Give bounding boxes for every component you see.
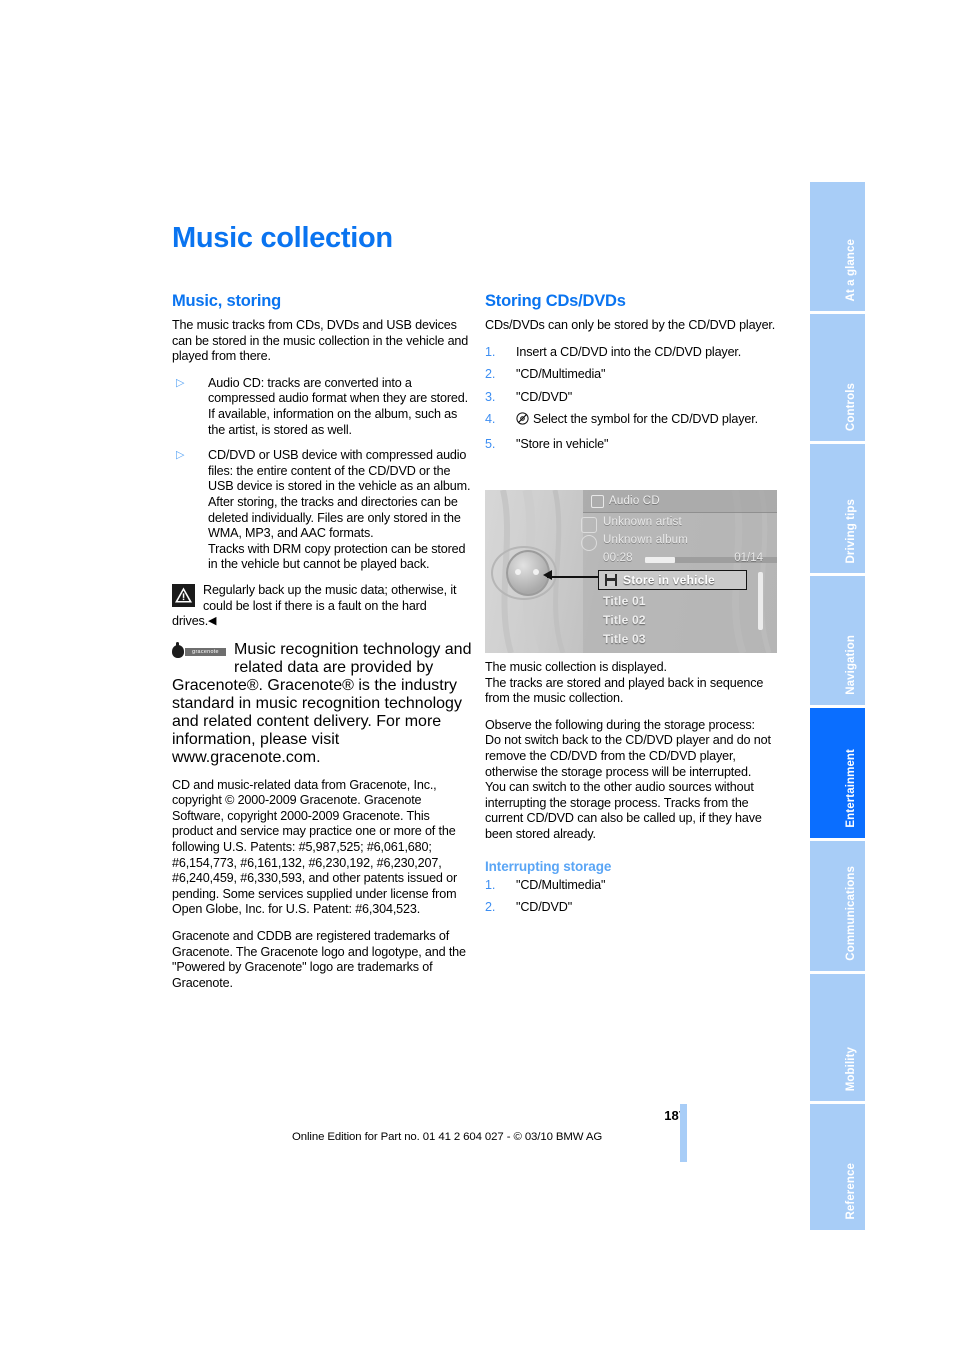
- list-item: 1. "CD/Multimedia": [485, 878, 785, 894]
- list-item: ▷ CD/DVD or USB device with compressed a…: [172, 448, 472, 573]
- sidebar-tab-entertainment[interactable]: Entertainment: [810, 708, 865, 841]
- page-title: Music collection: [172, 222, 393, 254]
- step-text: "CD/DVD": [516, 900, 573, 915]
- interrupting-steps-list: 1. "CD/Multimedia" 2. "CD/DVD": [485, 878, 785, 916]
- artist-icon: [581, 517, 597, 533]
- disc-slash-icon: [516, 412, 529, 430]
- step-text: "CD/Multimedia": [516, 367, 606, 382]
- sidebar-tab-mobility[interactable]: Mobility: [810, 974, 865, 1104]
- step-number: 1.: [485, 344, 496, 359]
- storage-bullet-list: ▷ Audio CD: tracks are converted into a …: [172, 376, 472, 573]
- step-text: Select the symbol for the CD/DVD player.: [533, 412, 758, 427]
- result-line-2: The tracks are stored and played back in…: [485, 675, 764, 706]
- idrive-artist-row: Unknown artist: [581, 516, 682, 533]
- gracenote-trademarks-text: Gracenote and CDDB are registered tradem…: [172, 929, 466, 990]
- storing-intro: CDs/DVDs can only be stored by the CD/DV…: [485, 318, 776, 332]
- idrive-album-row: Unknown album: [581, 534, 689, 551]
- tab-label: Entertainment: [845, 749, 857, 828]
- triangle-bullet-icon: ▷: [176, 376, 185, 389]
- right-column-continued: The music collection is displayed. The t…: [485, 660, 785, 923]
- warning-triangle-icon: [172, 583, 195, 607]
- step-text: "CD/Multimedia": [516, 877, 606, 892]
- tab-label: Reference: [845, 1163, 857, 1220]
- tab-label: Mobility: [845, 1046, 857, 1091]
- artist-value: Unknown artist: [603, 516, 682, 528]
- idrive-titlebar: Audio CD: [583, 490, 777, 513]
- manual-page: Music collection Music, storing The musi…: [0, 0, 954, 1350]
- sidebar-tab-reference[interactable]: Reference: [810, 1104, 865, 1230]
- tab-label: Driving tips: [845, 498, 857, 563]
- list-item: 4. Select the symbol for the CD/DVD play…: [485, 412, 785, 430]
- warning-text: Regularly back up the music data; otherw…: [172, 583, 472, 630]
- step-number: 2.: [485, 367, 496, 382]
- list-item: 2. "CD/Multimedia": [485, 367, 785, 383]
- section-heading-music-storing: Music, storing: [172, 292, 282, 310]
- step-number: 5.: [485, 436, 496, 451]
- observe-line-2: Do not switch back to the CD/DVD player …: [485, 733, 771, 779]
- step-text: "CD/DVD": [516, 389, 573, 404]
- observe-line-3: You can switch to the other audio source…: [485, 780, 762, 841]
- sidebar-tab-navigation[interactable]: Navigation: [810, 576, 865, 708]
- list-item: 3. "CD/DVD": [485, 390, 785, 406]
- idrive-title: Audio CD: [609, 495, 660, 507]
- sidebar-tab-controls[interactable]: Controls: [810, 314, 865, 444]
- step-text: Insert a CD/DVD into the CD/DVD player.: [516, 344, 742, 359]
- bullet-text: CD/DVD or USB device with compressed aud…: [208, 448, 471, 572]
- right-column: Storing CDs/DVDs CDs/DVDs can only be st…: [485, 292, 785, 460]
- step-number: 1.: [485, 877, 496, 892]
- idrive-track-count: 01/14: [734, 552, 763, 564]
- storing-steps-list: 1. Insert a CD/DVD into the CD/DVD playe…: [485, 345, 785, 453]
- store-in-vehicle-label: Store in vehicle: [623, 573, 715, 587]
- callout-line: [547, 576, 599, 578]
- tab-label: At a glance: [845, 238, 857, 301]
- tab-label: Controls: [845, 382, 857, 431]
- album-disc-icon: [581, 535, 597, 551]
- gracenote-patents-text: CD and music-related data from Gracenote…: [172, 777, 458, 917]
- step-number: 3.: [485, 389, 496, 404]
- footer-accent-bar: [680, 1104, 687, 1162]
- audio-cd-icon: [591, 494, 604, 508]
- idrive-screenshot-image: Audio CD Unknown artist Unknown album 00…: [485, 490, 777, 653]
- intro-paragraph: The music tracks from CDs, DVDs and USB …: [172, 318, 469, 364]
- step-text: "Store in vehicle": [516, 436, 609, 451]
- subheading-interrupting-storage: Interrupting storage: [485, 858, 612, 874]
- progress-fill: [645, 557, 675, 563]
- left-column: Music, storing The music tracks from CDs…: [172, 292, 472, 1002]
- idrive-track-item[interactable]: Title 03: [603, 632, 646, 646]
- list-item: 2. "CD/DVD": [485, 900, 785, 916]
- gracenote-logo-text: gracenote: [185, 647, 226, 656]
- idrive-elapsed-time: 00:28: [603, 552, 633, 564]
- observe-line-1: Observe the following during the storage…: [485, 717, 755, 732]
- tab-label: Navigation: [845, 635, 857, 695]
- tab-label: Communications: [845, 866, 857, 961]
- sidebar-tab-driving-tips[interactable]: Driving tips: [810, 444, 865, 576]
- section-heading-storing-cds: Storing CDs/DVDs: [485, 292, 626, 310]
- triangle-bullet-icon: ▷: [176, 449, 185, 462]
- section-tabs-sidebar: At a glance Controls Driving tips Naviga…: [810, 182, 865, 1230]
- idrive-track-item[interactable]: Title 02: [603, 613, 646, 627]
- sidebar-tab-at-a-glance[interactable]: At a glance: [810, 182, 865, 314]
- gracenote-block: gracenote Music recognition technology a…: [172, 641, 472, 767]
- list-item: 1. Insert a CD/DVD into the CD/DVD playe…: [485, 345, 785, 361]
- sidebar-tab-communications[interactable]: Communications: [810, 841, 865, 974]
- idrive-scrollbar[interactable]: [758, 572, 763, 630]
- list-item: 5. "Store in vehicle": [485, 437, 785, 453]
- step-number: 2.: [485, 900, 496, 915]
- callout-arrow-icon: [543, 570, 552, 580]
- section-end-marker: ◀: [208, 615, 217, 628]
- idrive-track-item[interactable]: Title 01: [603, 594, 646, 608]
- step-number: 4.: [485, 412, 496, 427]
- list-item: ▷ Audio CD: tracks are converted into a …: [172, 376, 472, 438]
- bullet-text: Audio CD: tracks are converted into a co…: [208, 375, 468, 437]
- save-icon: [605, 574, 617, 586]
- footer-edition-line: Online Edition for Part no. 01 41 2 604 …: [292, 1131, 603, 1143]
- store-in-vehicle-menu-item[interactable]: Store in vehicle: [598, 570, 747, 590]
- result-line-1: The music collection is displayed.: [485, 660, 667, 674]
- gracenote-logo-icon: gracenote: [172, 641, 226, 661]
- album-value: Unknown album: [603, 534, 689, 546]
- warning-block: Regularly back up the music data; otherw…: [172, 583, 472, 630]
